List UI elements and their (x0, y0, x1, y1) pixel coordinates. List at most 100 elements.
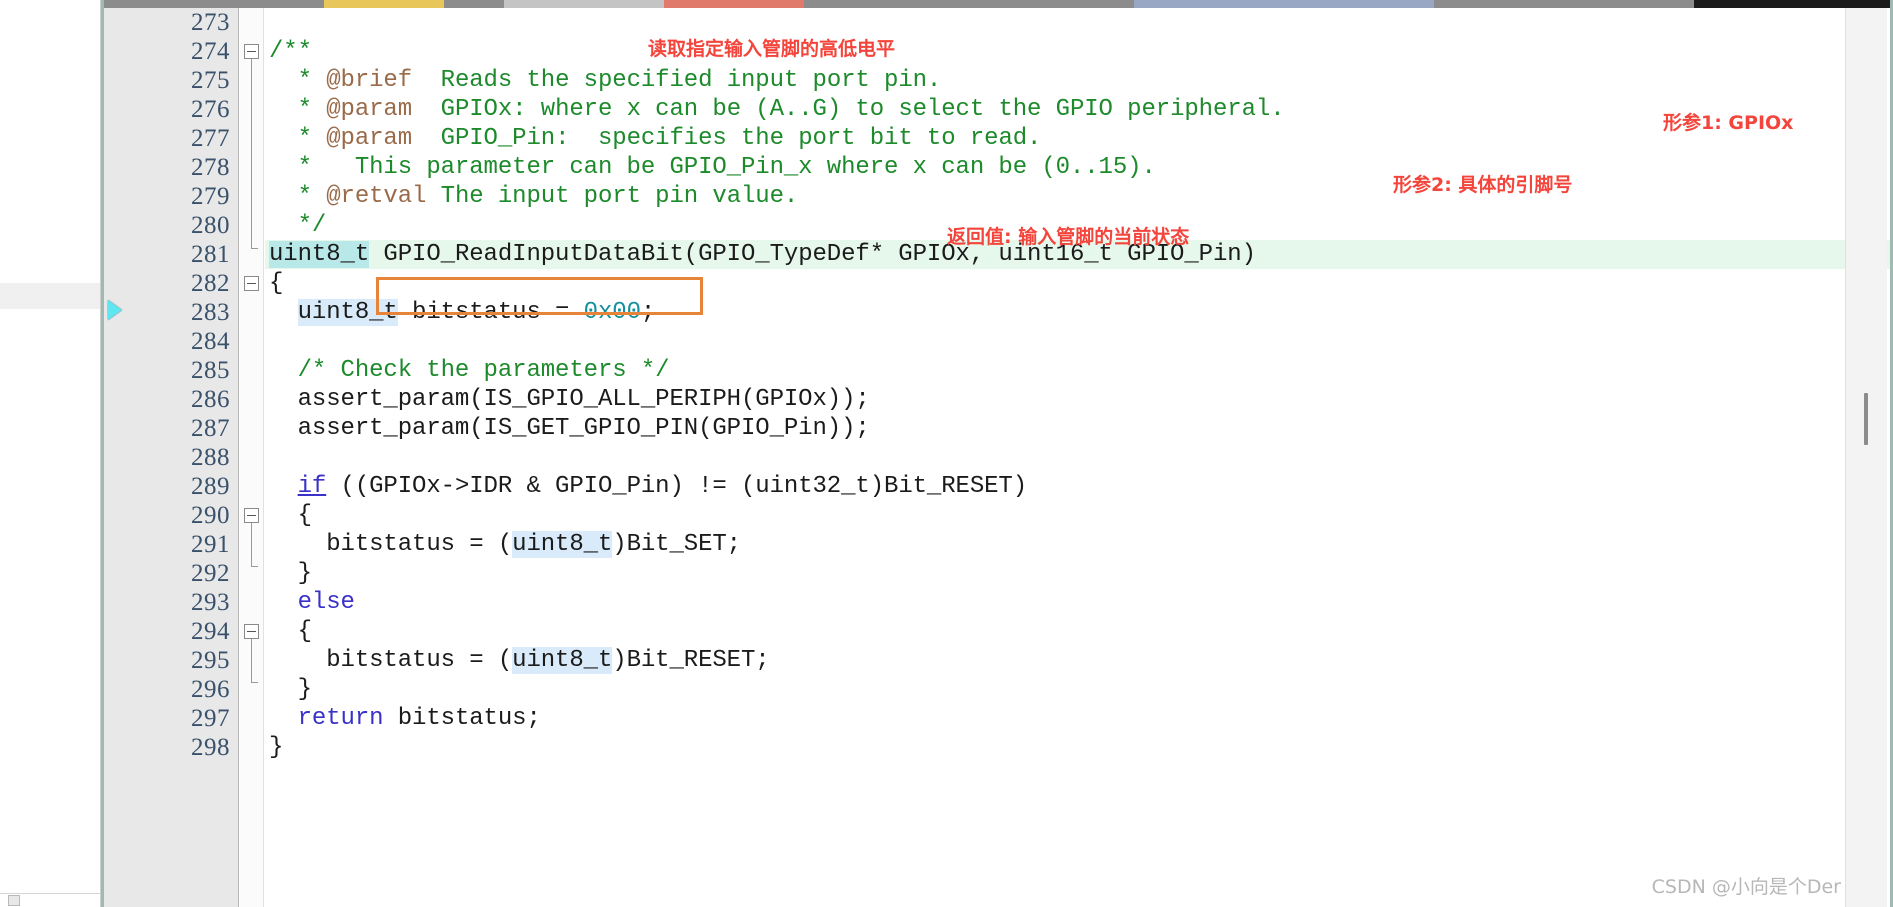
line-number[interactable]: 294 (104, 617, 238, 646)
line-number[interactable]: 296 (104, 675, 238, 704)
fold-toggle-if-block[interactable] (244, 508, 259, 523)
code-token: )Bit_RESET; (612, 647, 770, 674)
line-number[interactable]: 290 (104, 501, 238, 530)
line-number[interactable]: 293 (104, 588, 238, 617)
line-number[interactable]: 279 (104, 182, 238, 211)
code-line[interactable] (265, 443, 1890, 472)
code-line[interactable]: * @param GPIO_Pin: specifies the port bi… (265, 124, 1890, 153)
code-token: { (269, 618, 312, 645)
line-number[interactable]: 285 (104, 356, 238, 385)
code-line[interactable]: { (265, 269, 1890, 298)
line-number[interactable]: 278 (104, 153, 238, 182)
line-number[interactable]: 287 (104, 414, 238, 443)
annotation-text: 读取指定输入管脚的高低电平 (648, 38, 896, 60)
fold-toggle-comment-block[interactable] (244, 44, 259, 59)
code-fold-margin[interactable] (240, 8, 264, 907)
code-line[interactable]: bitstatus = (uint8_t)Bit_SET; (265, 530, 1890, 559)
line-number[interactable]: 275 (104, 66, 238, 95)
code-line[interactable]: * @brief Reads the specified input port … (265, 66, 1890, 95)
line-number[interactable]: 286 (104, 385, 238, 414)
line-number[interactable]: 291 (104, 530, 238, 559)
code-line[interactable]: { (265, 501, 1890, 530)
fold-guide-end (251, 682, 258, 683)
code-line[interactable]: assert_param(IS_GET_GPIO_PIN(GPIO_Pin)); (265, 414, 1890, 443)
code-line[interactable] (265, 327, 1890, 356)
code-token: /** (269, 38, 312, 65)
toolbar-segment[interactable] (504, 0, 664, 8)
code-token: ((GPIOx->IDR & GPIO_Pin) != (uint32_t)Bi… (326, 473, 1028, 500)
code-token: uint8_t (512, 531, 613, 558)
toolbar-segment[interactable] (1134, 0, 1434, 8)
toolbar-segment[interactable] (104, 0, 324, 8)
fold-toggle-else-block[interactable] (244, 624, 259, 639)
watermark: CSDN @小向是个Der (1651, 876, 1841, 898)
code-line[interactable]: assert_param(IS_GPIO_ALL_PERIPH(GPIOx)); (265, 385, 1890, 414)
toolbar-segment[interactable] (804, 0, 1134, 8)
code-line[interactable]: * @param GPIOx: where x can be (A..G) to… (265, 95, 1890, 124)
line-number[interactable]: 284 (104, 327, 238, 356)
project-pane-footer-icon (8, 895, 20, 906)
line-number[interactable]: 276 (104, 95, 238, 124)
code-token: assert_param(IS_GPIO_ALL_PERIPH(GPIOx)); (269, 386, 870, 413)
code-token: /* Check the parameters */ (269, 357, 670, 384)
code-line[interactable] (265, 8, 1890, 37)
code-line[interactable]: { (265, 617, 1890, 646)
code-token: { (269, 502, 312, 529)
code-token: uint8_t (512, 647, 613, 674)
fold-guide-line (251, 523, 252, 566)
toolbar-segment[interactable] (1434, 0, 1694, 8)
line-number[interactable]: 288 (104, 443, 238, 472)
code-line[interactable]: else (265, 588, 1890, 617)
code-token: } (269, 560, 312, 587)
code-line[interactable]: } (265, 733, 1890, 762)
bookmark-arrow-icon[interactable] (108, 300, 122, 320)
code-line[interactable]: /* Check the parameters */ (265, 356, 1890, 385)
toolbar-segment[interactable] (664, 0, 804, 8)
line-number[interactable]: 282 (104, 269, 238, 298)
fold-guide-end (251, 248, 258, 249)
line-number[interactable]: 292 (104, 559, 238, 588)
fold-toggle-function-body[interactable] (244, 276, 259, 291)
code-line[interactable]: bitstatus = (uint8_t)Bit_RESET; (265, 646, 1890, 675)
code-line[interactable]: /** (265, 37, 1890, 66)
line-number[interactable]: 283 (104, 298, 238, 327)
code-token: bitstatus = (397, 299, 584, 326)
code-line[interactable]: } (265, 559, 1890, 588)
project-pane-selected-row[interactable] (0, 283, 100, 309)
line-number[interactable]: 277 (104, 124, 238, 153)
toolbar-segment[interactable] (1694, 0, 1890, 8)
line-number[interactable]: 281 (104, 240, 238, 269)
scrollbar-thumb[interactable] (1864, 393, 1868, 445)
code-line[interactable]: uint8_t bitstatus = 0x00; (265, 298, 1890, 327)
code-text-area[interactable]: /** * @brief Reads the specified input p… (265, 8, 1890, 907)
code-token: @param (326, 96, 413, 123)
line-number[interactable]: 298 (104, 733, 238, 762)
line-number[interactable]: 289 (104, 472, 238, 501)
project-pane-footer (0, 893, 100, 907)
code-editor-window: 273 274 275 276 277 278 279 280 281 282 283 284 285 2… (0, 0, 1893, 907)
code-token: bitstatus = ( (269, 531, 513, 558)
code-line[interactable]: return bitstatus; (265, 704, 1890, 733)
line-number[interactable]: 274 (104, 37, 238, 66)
line-number[interactable]: 297 (104, 704, 238, 733)
code-line[interactable]: * This parameter can be GPIO_Pin_x where… (265, 153, 1890, 182)
code-line[interactable]: * @retval The input port pin value. (265, 182, 1890, 211)
line-number-gutter[interactable]: 273 274 275 276 277 278 279 280 281 282 283 284 285 2… (104, 8, 239, 907)
annotation-text: 形参1: GPIOx (1663, 112, 1794, 134)
line-number[interactable]: 280 (104, 211, 238, 240)
toolbar-segment[interactable] (324, 0, 444, 8)
toolbar-segment[interactable] (444, 0, 504, 8)
toolbar-strip[interactable] (104, 0, 1890, 8)
line-number[interactable]: 273 (104, 8, 238, 37)
code-line[interactable]: } (265, 675, 1890, 704)
line-number[interactable]: 295 (104, 646, 238, 675)
vertical-scrollbar[interactable] (1845, 8, 1887, 907)
code-line[interactable]: if ((GPIOx->IDR & GPIO_Pin) != (uint32_t… (265, 472, 1890, 501)
code-token: uint8_t (297, 299, 398, 326)
fold-guide-end (251, 566, 258, 567)
code-token: 0x00 (583, 299, 641, 326)
project-pane[interactable] (0, 0, 101, 907)
